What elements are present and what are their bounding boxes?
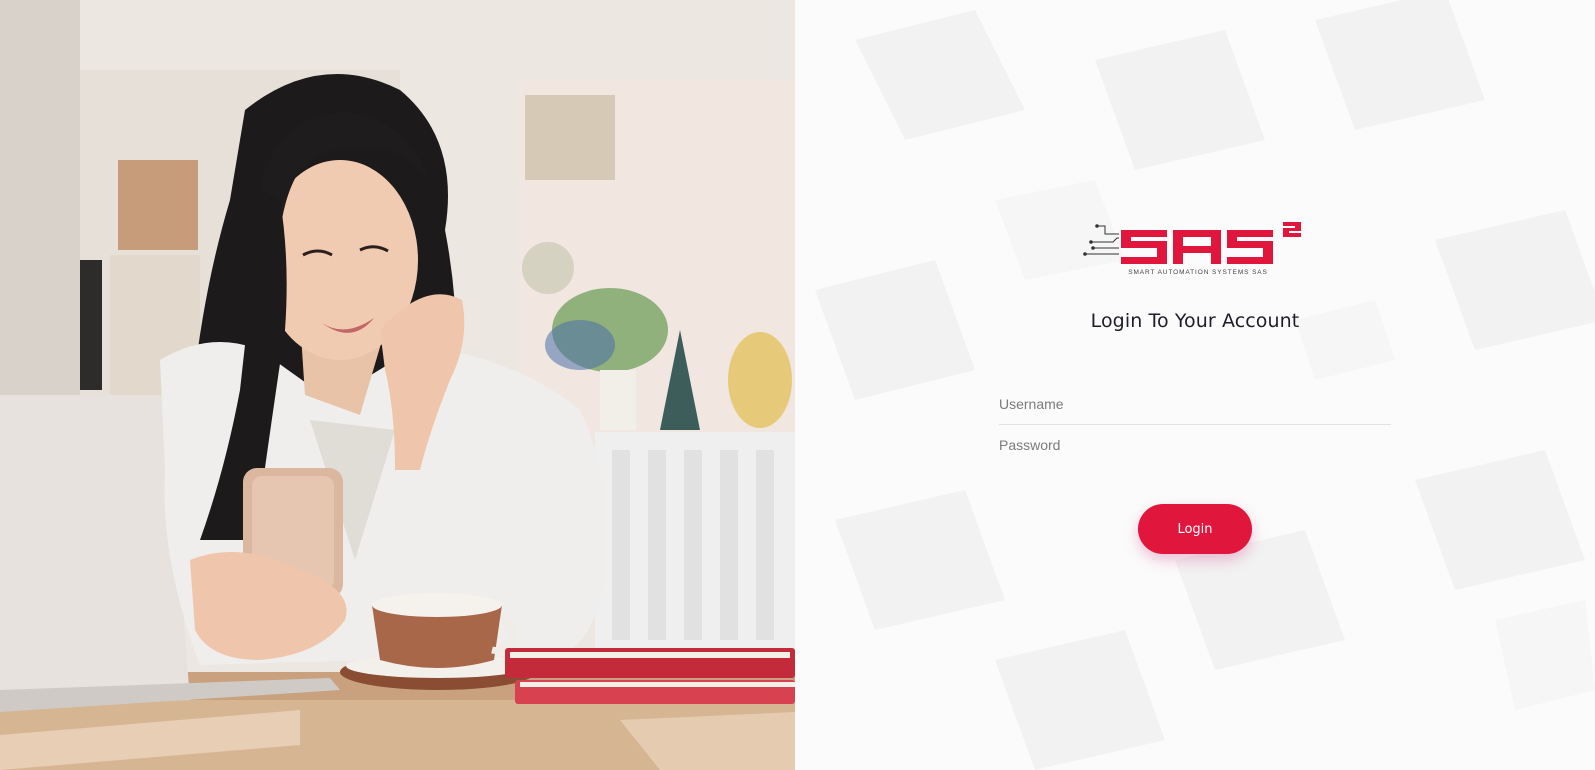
username-field-wrapper	[999, 384, 1391, 425]
login-form: Login	[999, 384, 1391, 554]
login-title: Login To Your Account	[1090, 310, 1300, 332]
login-card: SMART AUTOMATION SYSTEMS SAS Login To Yo…	[795, 220, 1595, 554]
login-panel: SMART AUTOMATION SYSTEMS SAS Login To Yo…	[795, 0, 1595, 770]
hero-illustration	[0, 0, 795, 770]
login-button[interactable]: Login	[1138, 504, 1252, 554]
logo-tagline: SMART AUTOMATION SYSTEMS SAS	[1128, 269, 1268, 276]
password-input[interactable]	[999, 425, 1391, 465]
login-page: SMART AUTOMATION SYSTEMS SAS Login To Yo…	[0, 0, 1595, 770]
sas-logo: SMART AUTOMATION SYSTEMS SAS	[1083, 222, 1301, 276]
hero-photo	[0, 0, 795, 770]
password-field-wrapper	[999, 425, 1391, 466]
username-input[interactable]	[999, 384, 1391, 424]
